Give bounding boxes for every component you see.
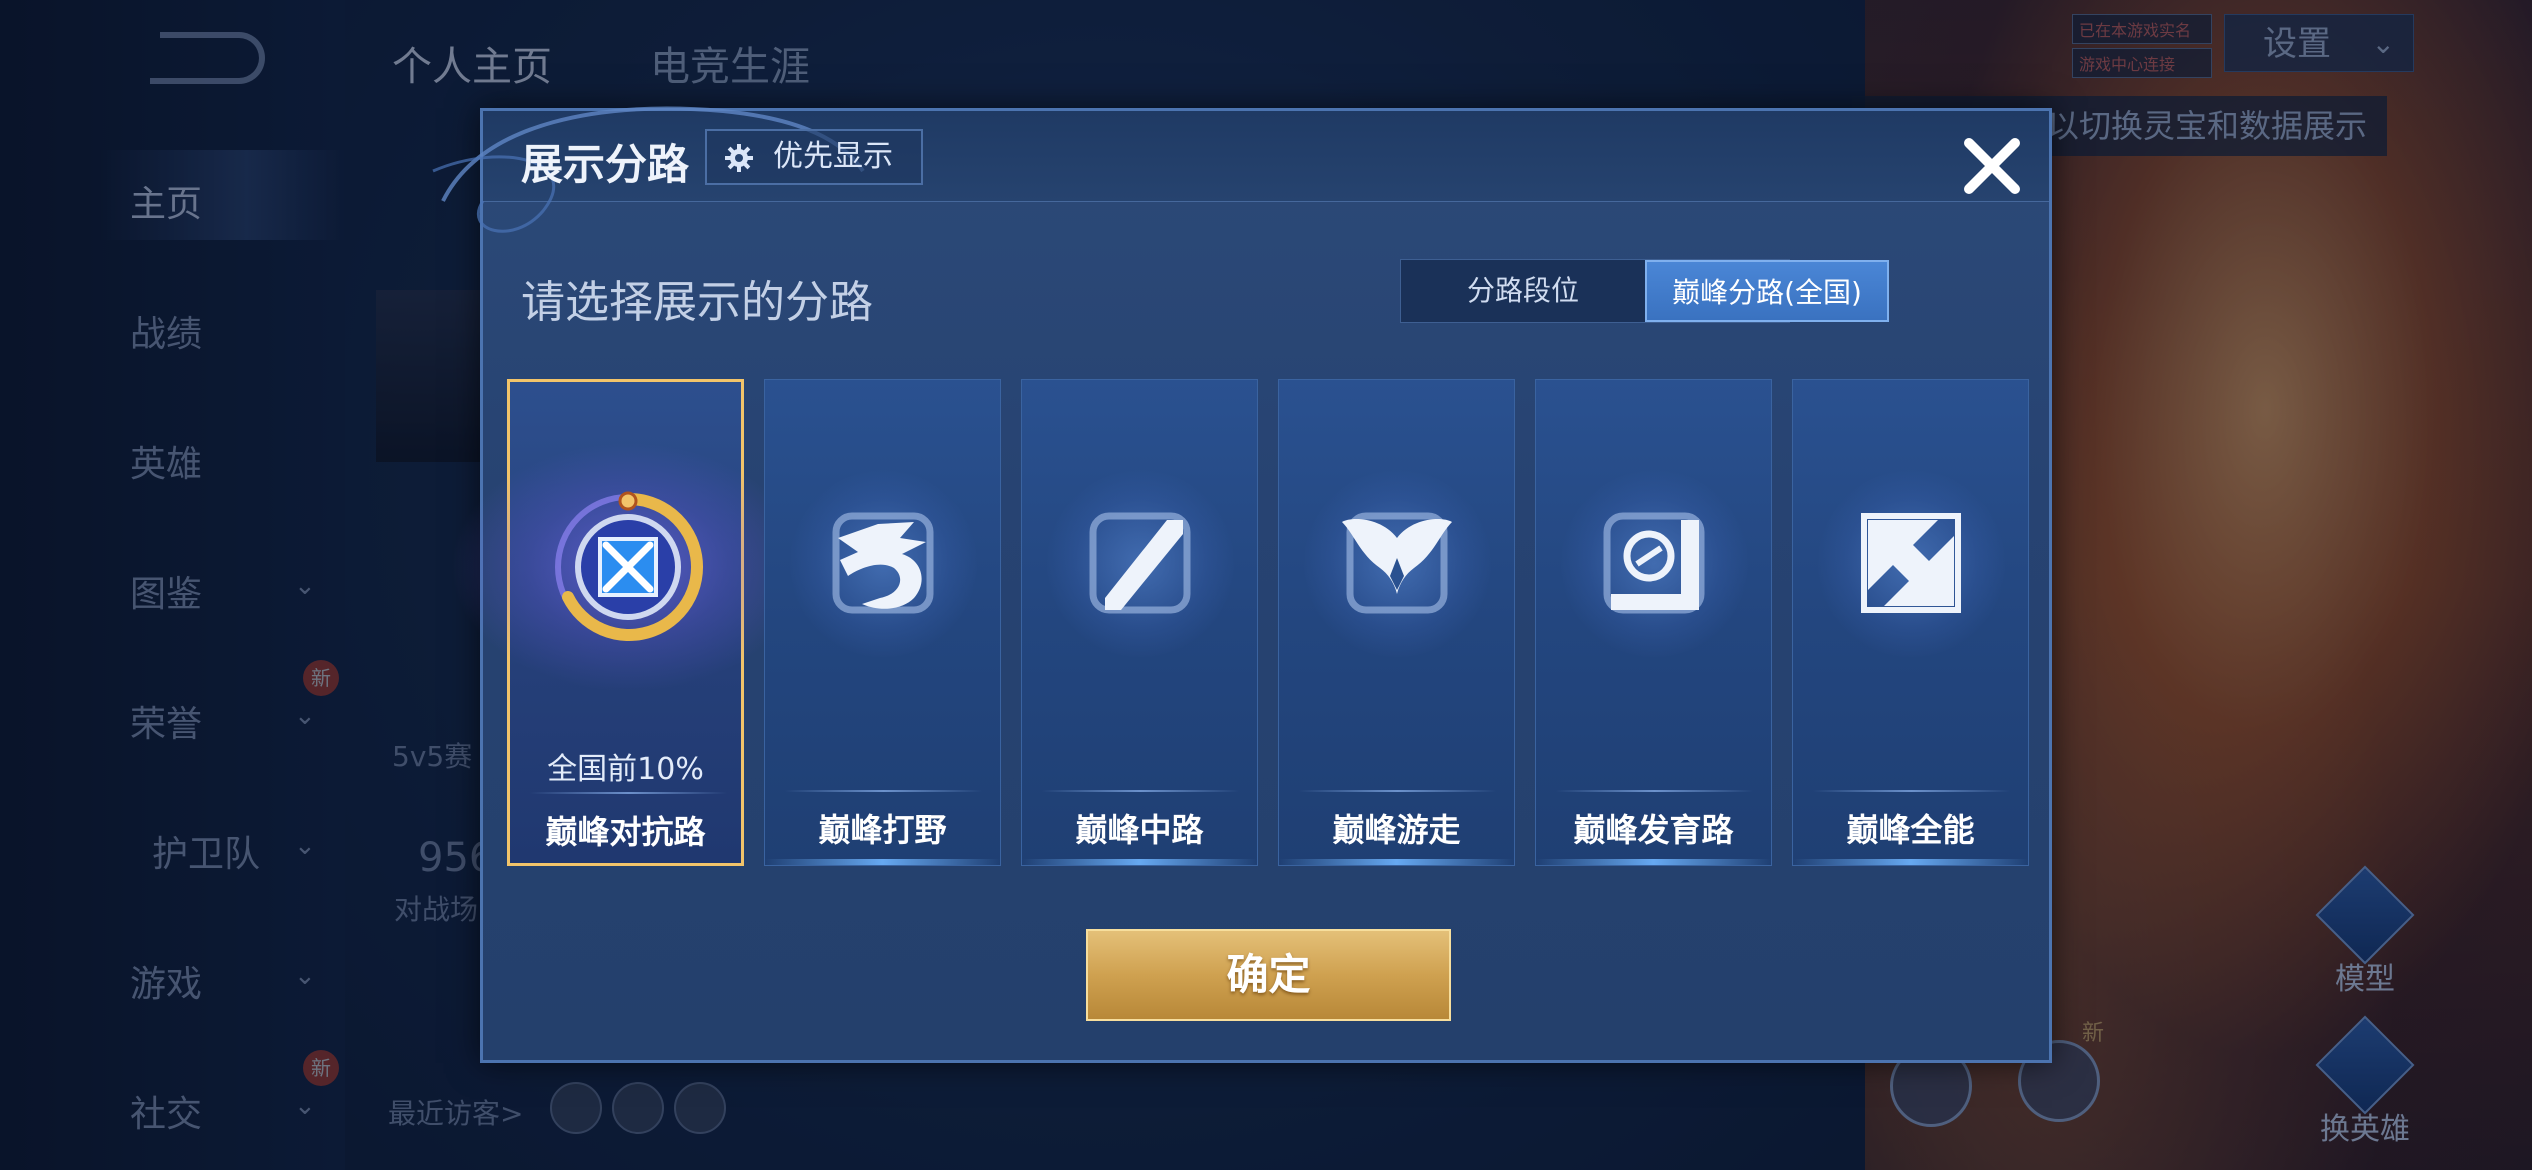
card-bottom-glow (1022, 859, 1257, 865)
lane-name: 巅峰打野 (818, 811, 947, 849)
dialog-subtitle: 请选择展示的分路 (521, 277, 873, 328)
card-divider (785, 790, 982, 792)
dialog-title: 展示分路 (521, 140, 690, 189)
card-bottom-glow (765, 859, 1000, 865)
wings-icon (1342, 512, 1452, 614)
card-bottom-glow (1793, 859, 2028, 865)
gear-icon (725, 144, 753, 172)
confirm-button[interactable]: 确定 (1086, 929, 1451, 1021)
lane-name: 巅峰游走 (1332, 811, 1461, 849)
dragon-icon (832, 512, 934, 614)
card-divider (1813, 790, 2010, 792)
card-bottom-glow (1536, 859, 1771, 865)
toggle-peak-lane-national[interactable]: 巅峰分路(全国) (1645, 260, 1889, 322)
diamond-square-icon (1861, 513, 1961, 613)
target-square-icon (1603, 512, 1705, 614)
dialog-header: 展示分路 优先显示 (432, 106, 2049, 233)
slash-square-icon (1089, 512, 1191, 614)
lane-card-farm[interactable]: 巅峰发育路 (1535, 379, 1772, 866)
close-icon[interactable] (1957, 131, 2027, 201)
lane-card-mid[interactable]: 巅峰中路 (1021, 379, 1258, 866)
lane-card-jungle[interactable]: 巅峰打野 (764, 379, 1001, 866)
lane-rank: 全国前10% (547, 752, 704, 787)
card-bottom-glow (1279, 859, 1514, 865)
toggle-lane-rank[interactable]: 分路段位 (1401, 260, 1645, 322)
card-divider (1042, 790, 1239, 792)
lane-card-all-round[interactable]: 巅峰全能 (1792, 379, 2029, 866)
lane-display-dialog: 展示分路 优先显示 请选择展示的分路 分路段位 巅峰分路(全国) 全国前10% … (432, 106, 2052, 1063)
card-divider (1299, 790, 1496, 792)
card-divider (1556, 790, 1753, 792)
card-divider (530, 792, 727, 794)
lane-name: 巅峰发育路 (1573, 811, 1734, 849)
lane-name: 巅峰对抗路 (545, 813, 706, 851)
priority-display-label: 优先显示 (773, 139, 893, 174)
lane-card-roam[interactable]: 巅峰游走 (1278, 379, 1515, 866)
lane-name: 巅峰全能 (1846, 811, 1975, 849)
priority-display-button[interactable]: 优先显示 (705, 129, 923, 185)
lane-name: 巅峰中路 (1075, 811, 1204, 849)
lane-card-top-selected[interactable]: 全国前10% 巅峰对抗路 (450, 379, 807, 866)
lane-mode-toggle: 分路段位 巅峰分路(全国) (1400, 259, 1889, 323)
sword-shield-emblem-icon (555, 491, 704, 641)
